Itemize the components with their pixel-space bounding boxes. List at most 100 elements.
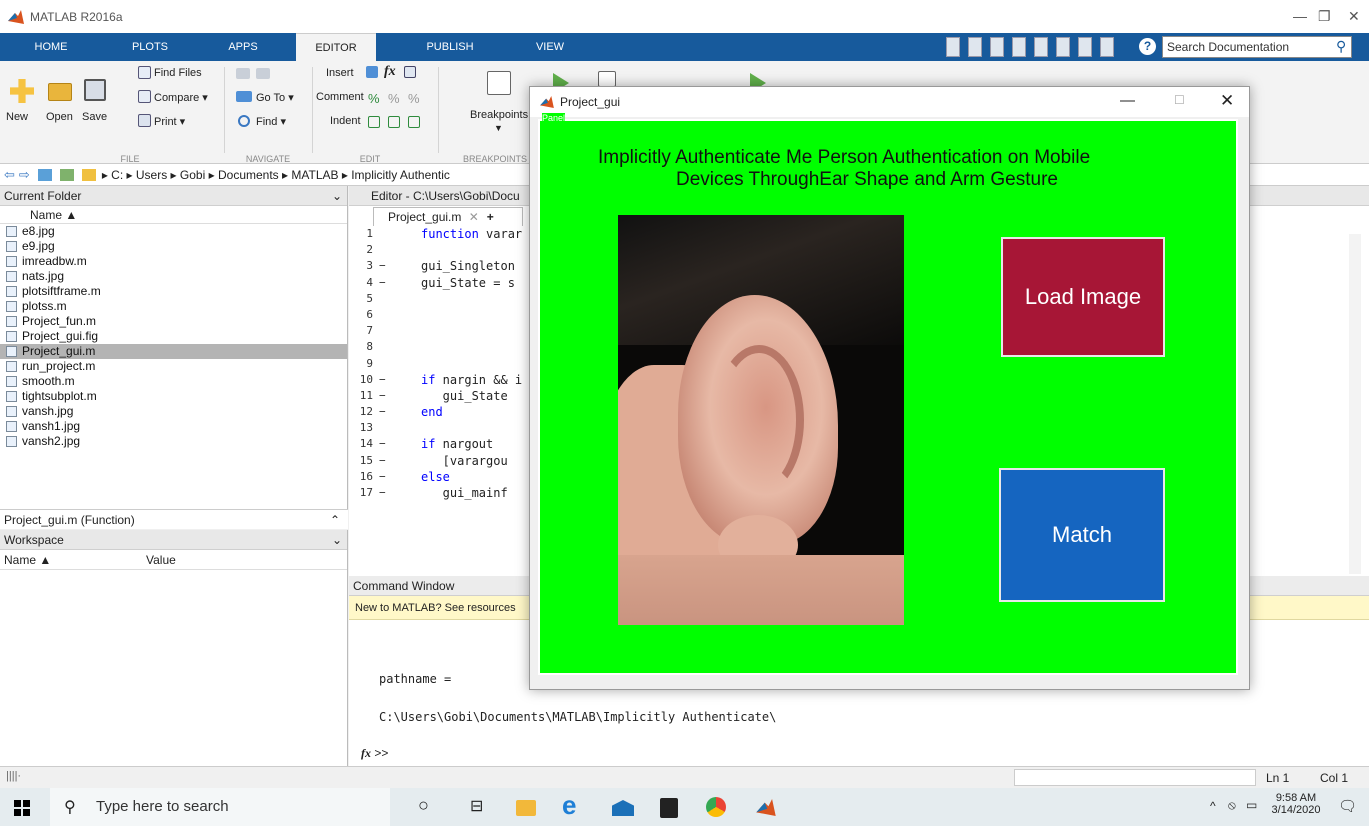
store-icon[interactable] [660, 798, 678, 818]
file-list-item[interactable]: plotsiftframe.m [0, 284, 347, 299]
forward-arrow-icon[interactable] [256, 68, 270, 79]
compare-button[interactable]: Compare ▾ [154, 91, 208, 104]
editor-scrollbar[interactable] [1349, 234, 1361, 574]
save-disk-icon[interactable] [84, 79, 106, 101]
quick-access-icon[interactable] [946, 37, 960, 57]
file-list-item[interactable]: vansh2.jpg [0, 434, 347, 449]
workspace-value-column[interactable]: Value [146, 550, 176, 570]
file-list-item[interactable]: e9.jpg [0, 239, 347, 254]
find-button[interactable]: Find ▾ [256, 115, 286, 128]
close-icon[interactable]: ✕ [1220, 91, 1234, 111]
comment-percent-icon[interactable]: % [368, 91, 380, 106]
new-button[interactable]: New [6, 111, 28, 123]
print-button[interactable]: Print ▾ [154, 115, 185, 128]
save-quick-icon[interactable] [968, 37, 982, 57]
breadcrumb[interactable]: ▸ C: ▸ Users ▸ Gobi ▸ Documents ▸ MATLAB… [102, 168, 450, 182]
uncomment-icon[interactable]: % [388, 91, 400, 106]
show-hidden-icons-icon[interactable]: ^ [1210, 799, 1216, 813]
panel-menu-icon[interactable]: ⌄ [332, 530, 342, 550]
find-files-button[interactable]: Find Files [154, 67, 202, 79]
search-icon[interactable]: ⚲ [1336, 38, 1346, 55]
insert-section-icon[interactable] [366, 66, 378, 78]
minimize-icon[interactable]: — [1293, 8, 1307, 24]
task-view-icon[interactable]: ⊟ [470, 796, 483, 816]
load-image-button[interactable]: Load Image [1001, 237, 1165, 357]
file-list-item[interactable]: Project_fun.m [0, 314, 347, 329]
browse-folder-icon[interactable] [59, 168, 74, 181]
file-explorer-icon[interactable] [516, 800, 536, 816]
new-icon[interactable] [10, 79, 34, 103]
matlab-taskbar-icon[interactable] [756, 799, 776, 816]
file-list-item[interactable]: smooth.m [0, 374, 347, 389]
battery-icon[interactable]: ▭ [1246, 798, 1257, 812]
tab-plots[interactable]: PLOTS [110, 33, 190, 61]
up-folder-icon[interactable] [37, 168, 52, 181]
save-button[interactable]: Save [82, 111, 107, 123]
insert-function-icon[interactable] [404, 66, 416, 78]
go-to-button[interactable]: Go To ▾ [256, 91, 294, 104]
name-column-header[interactable]: Name ▲ [0, 206, 347, 224]
windows-start-icon[interactable] [14, 800, 30, 816]
tab-editor[interactable]: EDITOR [296, 33, 376, 61]
search-documentation-input[interactable]: Search Documentation [1162, 36, 1352, 58]
insert-button[interactable]: Insert [326, 67, 354, 79]
breakpoints-icon[interactable] [487, 71, 511, 95]
close-icon[interactable]: ✕ [1348, 8, 1360, 25]
file-list-item[interactable]: e8.jpg [0, 224, 347, 239]
help-icon[interactable]: ? [1139, 38, 1156, 55]
file-list-item[interactable]: Project_gui.m [0, 344, 347, 359]
tab-apps[interactable]: APPS [204, 33, 282, 61]
workspace-name-column[interactable]: Name ▲ [4, 550, 51, 570]
editor-tab[interactable]: Project_gui.m ✕ + [373, 207, 523, 226]
notifications-icon[interactable]: 🗨 [1338, 797, 1357, 815]
tab-home[interactable]: HOME [8, 33, 94, 61]
wrap-comments-icon[interactable]: % [408, 91, 420, 106]
chrome-icon[interactable] [706, 797, 726, 817]
indent-button[interactable]: Indent [330, 115, 361, 127]
file-list-item[interactable]: run_project.m [0, 359, 347, 374]
command-prompt[interactable]: fx >> [361, 746, 388, 761]
open-button[interactable]: Open [46, 111, 73, 123]
cut-quick-icon[interactable] [990, 37, 1004, 57]
network-icon[interactable]: ⦸ [1228, 798, 1236, 813]
clock[interactable]: 9:58 AM 3/14/2020 [1266, 792, 1326, 816]
comment-button[interactable]: Comment [316, 91, 364, 103]
paste-quick-icon[interactable] [1034, 37, 1048, 57]
file-list-item[interactable]: vansh1.jpg [0, 419, 347, 434]
panel-menu-icon[interactable]: ⌄ [332, 186, 342, 206]
file-list-item[interactable]: imreadbw.m [0, 254, 347, 269]
tab-publish[interactable]: PUBLISH [406, 33, 494, 61]
back-arrow-icon[interactable] [236, 68, 250, 79]
file-list-item[interactable]: vansh.jpg [0, 404, 347, 419]
code-area[interactable]: function varar gui_Singleton gui_State = s… [421, 226, 522, 501]
smart-indent-icon[interactable] [368, 116, 380, 128]
back-arrow-icon[interactable]: ⇦ [4, 167, 15, 183]
chevron-up-icon[interactable]: ⌃ [330, 510, 340, 530]
decrease-indent-icon[interactable] [408, 116, 420, 128]
cortana-icon[interactable]: ○ [418, 795, 429, 816]
file-list-item[interactable]: plotss.m [0, 299, 347, 314]
minimize-icon[interactable]: — [1120, 92, 1135, 109]
undo-quick-icon[interactable] [1056, 37, 1070, 57]
copy-quick-icon[interactable] [1012, 37, 1026, 57]
taskbar-search[interactable]: Type here to search [50, 788, 390, 826]
file-list-item[interactable]: Project_gui.fig [0, 329, 347, 344]
file-list-item[interactable]: nats.jpg [0, 269, 347, 284]
fx-icon[interactable]: fx [384, 64, 396, 80]
breakpoints-button[interactable]: Breakpoints [470, 109, 528, 121]
mail-icon[interactable] [612, 800, 634, 816]
close-tab-icon[interactable]: ✕ [469, 210, 479, 224]
maximize-icon[interactable]: ☐ [1174, 93, 1185, 107]
forward-arrow-icon[interactable]: ⇨ [19, 167, 30, 183]
file-list-item[interactable]: tightsubplot.m [0, 389, 347, 404]
edge-browser-icon[interactable]: e [562, 790, 576, 821]
switch-windows-icon[interactable] [1100, 37, 1114, 57]
new-tab-icon[interactable]: + [487, 210, 494, 224]
open-folder-icon[interactable] [48, 83, 72, 101]
redo-quick-icon[interactable] [1078, 37, 1092, 57]
tab-view[interactable]: VIEW [512, 33, 588, 61]
run-and-advance-icon[interactable] [598, 71, 616, 87]
maximize-icon[interactable]: ❐ [1318, 8, 1331, 25]
increase-indent-icon[interactable] [388, 116, 400, 128]
chevron-down-icon[interactable]: ▼ [494, 123, 503, 133]
